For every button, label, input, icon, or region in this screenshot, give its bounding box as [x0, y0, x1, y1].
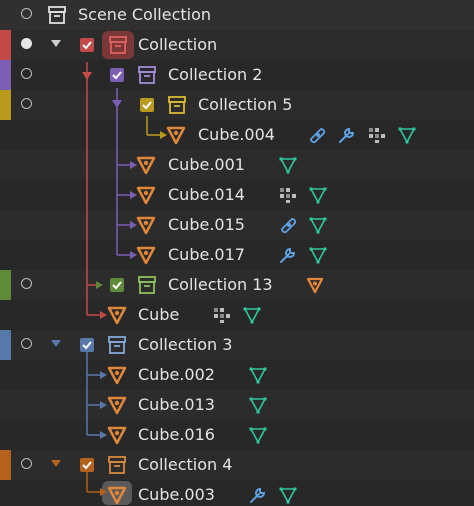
row-cube-004[interactable]: Cube.004	[0, 120, 474, 150]
row-cube[interactable]: Cube	[0, 300, 474, 330]
mesh-object-icon	[107, 426, 127, 445]
physics-icon[interactable]	[307, 125, 327, 145]
mesh-data-icon[interactable]	[248, 365, 268, 385]
disclosure-expanded-icon[interactable]	[51, 460, 61, 467]
row-cube-014[interactable]: Cube.014	[0, 180, 474, 210]
mesh-data-icon[interactable]	[308, 185, 328, 205]
exclude-checkbox[interactable]	[110, 278, 124, 292]
color-tag-orange	[0, 450, 11, 480]
mesh-data-icon[interactable]	[278, 485, 298, 505]
mesh-object-icon	[107, 486, 127, 505]
row-cube-002[interactable]: Cube.002	[0, 360, 474, 390]
row-collection-4[interactable]: Collection 4	[0, 450, 474, 480]
mesh-data-icon[interactable]	[248, 425, 268, 445]
row-label: Cube.017	[168, 245, 245, 264]
row-label: Cube	[138, 305, 180, 324]
row-collection-2[interactable]: Collection 2	[0, 60, 474, 90]
visibility-toggle[interactable]	[21, 38, 32, 49]
exclude-checkbox[interactable]	[80, 458, 94, 472]
exclude-checkbox[interactable]	[140, 98, 154, 112]
mesh-data-icon[interactable]	[278, 155, 298, 175]
mesh-object-icon	[136, 216, 156, 235]
visibility-toggle[interactable]	[21, 68, 32, 79]
particles-icon[interactable]	[367, 125, 387, 145]
row-label: Collection 13	[168, 275, 273, 294]
wrench-modifier-icon[interactable]	[337, 125, 357, 145]
row-label: Cube.014	[168, 185, 245, 204]
visibility-toggle[interactable]	[21, 458, 32, 469]
color-tag-yellow	[0, 90, 11, 120]
mesh-object-icon	[136, 246, 156, 265]
visibility-toggle[interactable]	[21, 338, 32, 349]
row-label: Cube.002	[138, 365, 215, 384]
particles-icon[interactable]	[212, 305, 232, 325]
exclude-checkbox[interactable]	[110, 68, 124, 82]
mesh-object-icon	[107, 366, 127, 385]
row-cube-017[interactable]: Cube.017	[0, 240, 474, 270]
row-collection-13[interactable]: Collection 13	[0, 270, 474, 300]
particles-icon[interactable]	[278, 185, 298, 205]
color-tag-purple	[0, 60, 11, 90]
row-label: Cube.013	[138, 395, 215, 414]
collection-icon	[108, 336, 126, 354]
color-tag-red	[0, 30, 11, 60]
color-tag-green	[0, 270, 11, 300]
scene-collection-label: Scene Collection	[78, 5, 212, 24]
collection-icon	[108, 456, 126, 474]
mesh-data-icon[interactable]	[242, 305, 262, 325]
row-label: Collection 4	[138, 455, 233, 474]
mesh-data-icon[interactable]	[397, 125, 417, 145]
exclude-checkbox[interactable]	[80, 38, 94, 52]
mesh-data-icon[interactable]	[248, 395, 268, 415]
row-label: Cube.001	[168, 155, 245, 174]
row-label: Cube.003	[138, 485, 215, 504]
row-collection-5[interactable]: Collection 5	[0, 90, 474, 120]
mesh-object-icon	[107, 396, 127, 415]
row-cube-013[interactable]: Cube.013	[0, 390, 474, 420]
exclude-checkbox[interactable]	[80, 338, 94, 352]
collection-icon	[168, 96, 186, 114]
wrench-modifier-icon[interactable]	[278, 245, 298, 265]
outliner-panel: Scene Collection Collection Collection 2	[0, 0, 474, 505]
row-cube-001[interactable]: Cube.001	[0, 150, 474, 180]
row-label: Collection 5	[198, 95, 293, 114]
row-label: Collection 3	[138, 335, 233, 354]
mesh-object-icon	[136, 156, 156, 175]
row-cube-016[interactable]: Cube.016	[0, 420, 474, 450]
collection-icon	[138, 66, 156, 84]
mesh-object-icon	[107, 306, 127, 325]
row-label: Cube.016	[138, 425, 215, 444]
mesh-data-icon[interactable]	[308, 245, 328, 265]
visibility-toggle[interactable]	[21, 98, 32, 109]
color-tag-blue	[0, 330, 11, 360]
row-collection-3[interactable]: Collection 3	[0, 330, 474, 360]
row-collection[interactable]: Collection	[0, 30, 474, 60]
collection-icon	[138, 276, 156, 294]
mesh-data-icon[interactable]	[308, 215, 328, 235]
row-cube-015[interactable]: Cube.015	[0, 210, 474, 240]
disclosure-expanded-icon[interactable]	[51, 340, 61, 347]
mesh-object-icon	[136, 186, 156, 205]
row-label: Collection 2	[168, 65, 263, 84]
physics-icon[interactable]	[278, 215, 298, 235]
row-scene-collection[interactable]: Scene Collection	[0, 0, 474, 30]
row-label: Cube.004	[198, 125, 275, 144]
row-cube-003[interactable]: Cube.003	[0, 480, 474, 505]
row-label: Cube.015	[168, 215, 245, 234]
mesh-object-icon	[166, 126, 186, 145]
scene-collection-icon	[48, 6, 66, 24]
visibility-toggle[interactable]	[21, 278, 32, 289]
wrench-modifier-icon[interactable]	[248, 485, 268, 505]
row-label: Collection	[138, 35, 218, 54]
mesh-object-icon[interactable]	[305, 275, 325, 295]
collection-icon	[109, 36, 127, 54]
visibility-toggle[interactable]	[21, 8, 32, 19]
disclosure-expanded-icon[interactable]	[51, 40, 61, 47]
